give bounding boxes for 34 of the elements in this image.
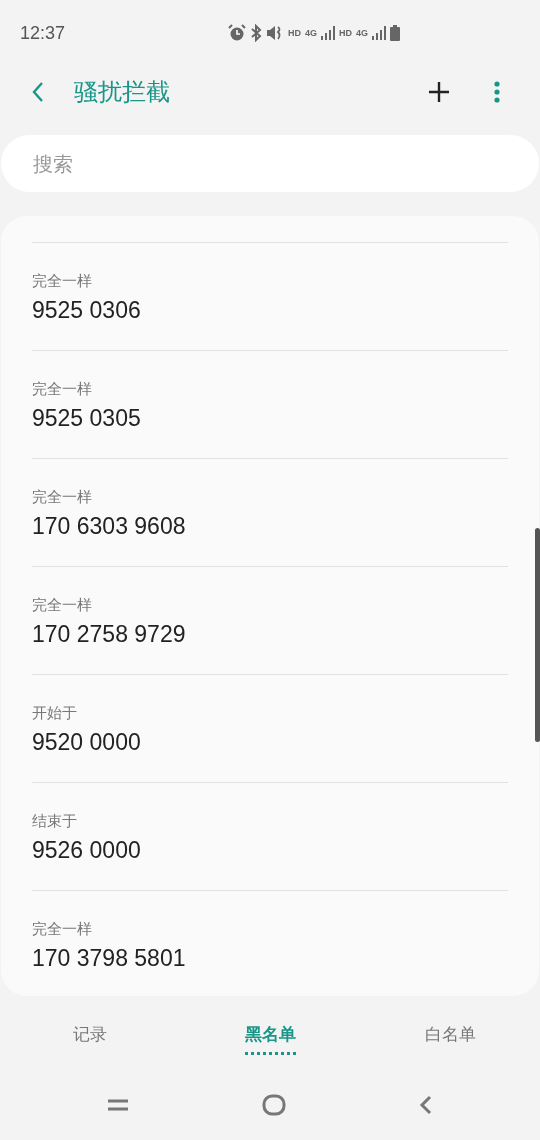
alarm-icon [228, 24, 246, 42]
network-label: HD [288, 28, 301, 38]
match-rule: 开始于 [32, 703, 78, 724]
home-icon[interactable] [262, 1094, 286, 1116]
tab[interactable]: 白名单 [424, 1021, 476, 1055]
match-rule: 结束于 [32, 811, 78, 832]
phone-number[interactable]: 170 2758 9729 [32, 616, 186, 652]
clock-time: 12:37 [20, 22, 67, 44]
tab[interactable]: 记录 [73, 1021, 107, 1055]
back-nav-icon[interactable] [419, 1094, 434, 1116]
signal-icon [321, 26, 335, 40]
phone-number[interactable]: 170 3798 5801 [32, 940, 186, 976]
match-rule: 完全一样 [32, 487, 93, 508]
bluetooth-icon [250, 24, 262, 42]
add-icon[interactable] [428, 81, 450, 103]
more-menu-icon[interactable] [494, 81, 500, 103]
battery-icon [390, 25, 401, 41]
match-rule: 完全一样 [32, 919, 93, 940]
phone-number[interactable]: 9525 0306 [32, 292, 141, 328]
back-icon[interactable] [30, 80, 46, 104]
phone-number[interactable]: 9520 0000 [32, 724, 141, 760]
phone-number[interactable]: 9526 0000 [32, 832, 141, 868]
screen-title: 骚扰拦截 [74, 77, 171, 108]
search-field[interactable]: 搜索 [1, 135, 539, 192]
network-label: 4G [305, 28, 317, 38]
match-rule: 完全一样 [32, 379, 93, 400]
recent-apps-icon[interactable] [106, 1098, 129, 1112]
match-rule: 完全一样 [32, 271, 93, 292]
phone-number[interactable]: 170 6303 9608 [32, 508, 186, 544]
network-label: 4G [356, 28, 369, 38]
phone-number[interactable]: 9525 0305 [32, 400, 141, 436]
match-rule: 完全一样 [32, 595, 93, 616]
network-label: HD [339, 28, 352, 38]
signal-icon [372, 26, 387, 40]
